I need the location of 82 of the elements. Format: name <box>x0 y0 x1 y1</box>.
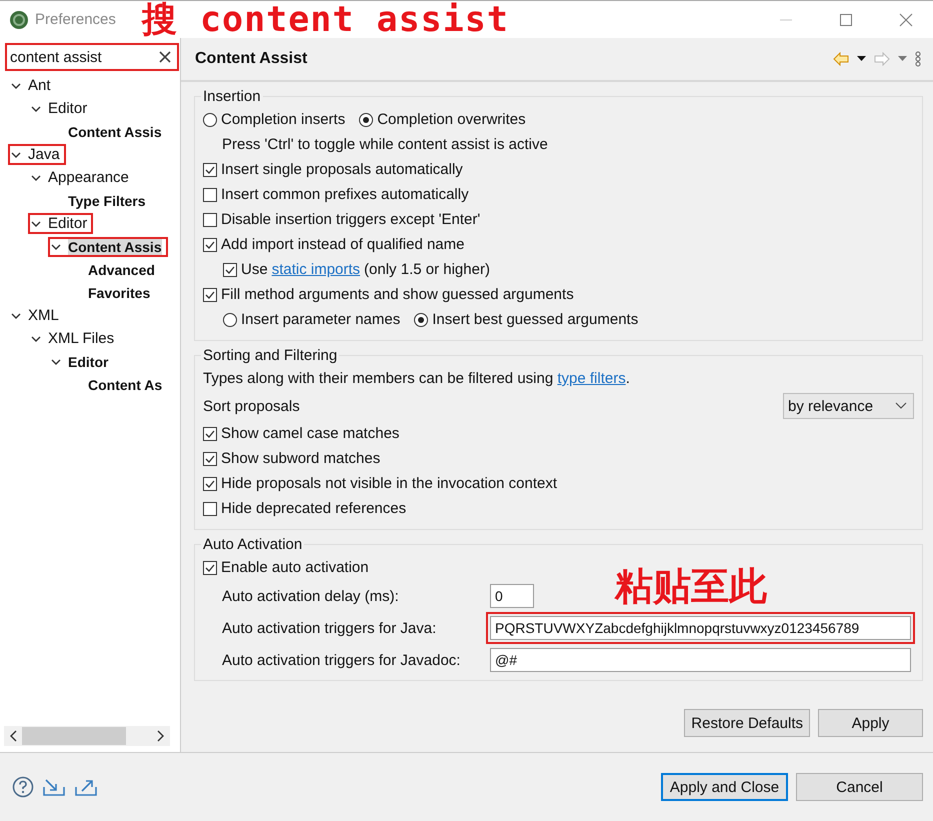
checkbox[interactable] <box>203 212 217 226</box>
radio-label[interactable]: Completion inserts <box>221 111 346 128</box>
checkbox[interactable] <box>223 262 237 276</box>
tree-item[interactable]: Content As <box>88 376 162 392</box>
checkbox[interactable] <box>203 502 217 516</box>
dialog-button[interactable]: Cancel <box>796 773 923 801</box>
tree-item[interactable]: Editor <box>48 100 88 117</box>
dropdown-icon[interactable] <box>857 56 866 62</box>
tree-item[interactable]: Content Assis <box>68 238 162 254</box>
checkbox-label[interactable]: Hide proposals not visible in the invocation context <box>221 475 558 492</box>
sort-label: Sort proposals <box>203 398 300 414</box>
checkbox[interactable] <box>203 452 217 466</box>
chevron-down-icon <box>895 402 907 410</box>
tree-item[interactable]: XML <box>28 307 59 324</box>
maximize-icon[interactable] <box>839 12 853 26</box>
tree-item[interactable]: Advanced <box>88 262 155 278</box>
group-title: Insertion <box>202 88 262 105</box>
scroll-right-icon[interactable] <box>157 730 165 742</box>
radio-button[interactable] <box>223 312 237 326</box>
description-text: Types along with their members can be filtered using type filters. <box>203 370 630 387</box>
help-icon[interactable] <box>12 776 34 798</box>
tree-item[interactable]: Appearance <box>48 169 129 186</box>
checkbox-label[interactable]: Add import instead of qualified name <box>221 236 464 253</box>
import-icon[interactable] <box>42 777 66 797</box>
link[interactable]: type filters <box>557 370 626 387</box>
checkbox-label[interactable]: Insert single proposals automatically <box>221 161 463 178</box>
checkbox-label[interactable]: Hide deprecated references <box>221 500 406 517</box>
page-button[interactable]: Restore Defaults <box>684 709 810 737</box>
link[interactable]: static imports <box>272 261 360 278</box>
input-field[interactable]: 0 <box>490 584 534 608</box>
close-icon[interactable] <box>899 12 913 26</box>
field-label: Auto activation triggers for Java: <box>222 620 438 636</box>
radio-button[interactable] <box>414 312 428 326</box>
page-button[interactable]: Apply <box>818 709 923 737</box>
checkbox[interactable] <box>203 162 217 176</box>
dialog-button[interactable]: Apply and Close <box>661 773 788 801</box>
checkbox[interactable] <box>203 476 217 490</box>
export-icon[interactable] <box>74 777 98 797</box>
input-field[interactable]: @# <box>490 648 911 672</box>
group-title: Sorting and Filtering <box>202 347 338 364</box>
checkbox[interactable] <box>203 288 217 302</box>
field-label: Auto activation delay (ms): <box>222 588 400 604</box>
checkbox-label[interactable]: Insert common prefixes automatically <box>221 186 469 203</box>
checkbox-label[interactable]: Show subword matches <box>221 450 380 467</box>
annotation-text: 搜 content assist <box>142 1 509 42</box>
tree-item[interactable]: Editor <box>68 354 108 370</box>
radio-button[interactable] <box>359 112 374 126</box>
horizontal-scrollbar[interactable] <box>4 726 170 746</box>
window-title: Preferences <box>35 11 116 28</box>
hint-text: Press 'Ctrl' to toggle while content assist is active <box>221 136 548 153</box>
input-field[interactable]: PQRSTUVWXYZabcdefghijklmnopqrstuvwxyz0123456789 <box>490 616 911 640</box>
tree-item[interactable]: Content Assis <box>68 124 162 140</box>
tree-item[interactable]: Type Filters <box>68 192 146 208</box>
tree-item[interactable]: Java <box>28 146 60 163</box>
radio-label[interactable]: Insert best guessed arguments <box>432 311 638 328</box>
tree-item[interactable]: Favorites <box>88 284 150 300</box>
radio-label[interactable]: Insert parameter names <box>241 311 400 328</box>
app-logo-icon <box>9 10 29 30</box>
checkbox[interactable] <box>203 426 217 440</box>
search-field[interactable]: content assist <box>6 44 178 70</box>
tree-item[interactable]: Ant <box>28 77 51 94</box>
page-title: Content Assist <box>195 50 308 68</box>
checkbox-label[interactable]: Show camel case matches <box>221 425 400 442</box>
radio-label[interactable]: Completion overwrites <box>377 111 526 128</box>
checkbox[interactable] <box>203 560 217 574</box>
group-title: Auto Activation <box>202 536 304 553</box>
checkbox-label[interactable]: Disable insertion triggers except 'Enter' <box>221 211 480 228</box>
checkbox-label: (only 1.5 or higher) <box>364 261 490 278</box>
sort-dropdown[interactable]: by relevance <box>783 393 914 419</box>
scroll-left-icon[interactable] <box>9 730 17 742</box>
more-icon[interactable] <box>915 51 921 67</box>
checkbox[interactable] <box>203 188 217 202</box>
tree-item[interactable]: Editor <box>48 215 88 232</box>
annotation-text: 粘贴至此 <box>615 563 767 610</box>
checkbox-label[interactable]: Fill method arguments and show guessed arguments <box>221 286 574 303</box>
radio-button[interactable] <box>203 112 217 126</box>
field-label: Auto activation triggers for Javadoc: <box>222 652 462 668</box>
checkbox-label[interactable]: Use <box>241 261 268 278</box>
clear-icon[interactable] <box>159 51 171 63</box>
tree-item[interactable]: XML Files <box>48 330 114 347</box>
checkbox[interactable] <box>203 238 217 252</box>
checkbox-label[interactable]: Enable auto activation <box>221 559 369 576</box>
